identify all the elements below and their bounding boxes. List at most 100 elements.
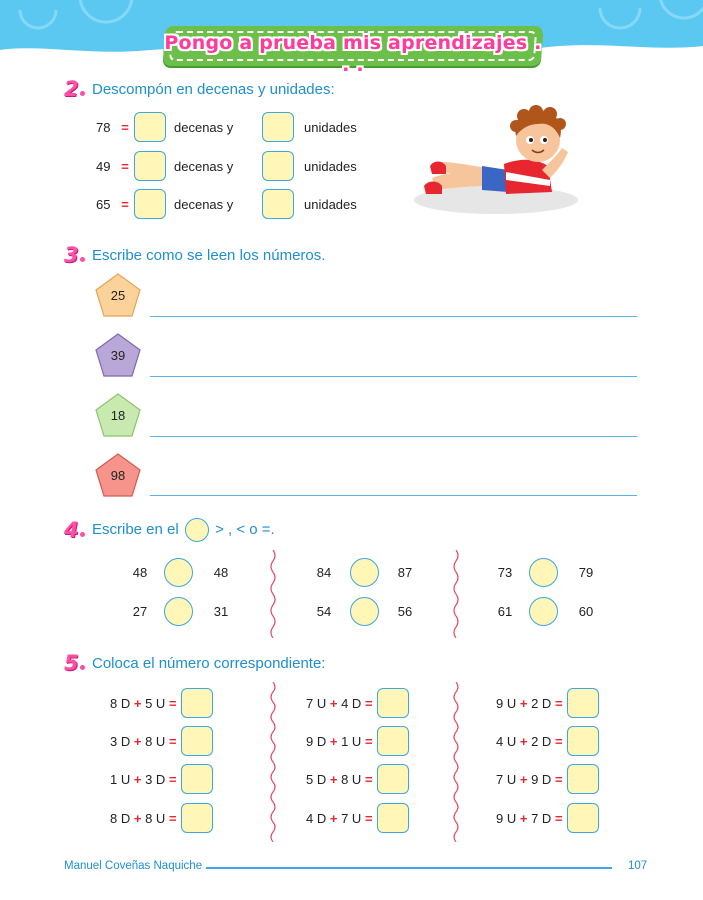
term-a: 8 D xyxy=(110,695,131,711)
sum-answer-box[interactable] xyxy=(376,688,409,718)
compare-right-number: 79 xyxy=(578,565,594,580)
sum-answer-box[interactable] xyxy=(376,764,409,794)
sum-row: 5 D + 8 U = xyxy=(306,764,409,794)
compare-answer-circle[interactable] xyxy=(164,597,193,626)
instruction-text: > , < o =. xyxy=(215,520,275,538)
number-label: 25 xyxy=(110,288,126,303)
sum-answer-box[interactable] xyxy=(566,803,599,833)
compare-right-number: 87 xyxy=(397,565,413,580)
compare-answer-circle[interactable] xyxy=(350,558,379,587)
equals-sign: = xyxy=(121,119,129,135)
units-answer-box[interactable] xyxy=(262,189,294,219)
compare-answer-circle[interactable] xyxy=(164,558,193,587)
term-b: 5 U xyxy=(145,695,166,711)
compare-left-number: 61 xyxy=(497,604,513,619)
plus-sign: + xyxy=(519,771,528,787)
plus-sign: + xyxy=(329,733,338,749)
plus-sign: + xyxy=(133,695,142,711)
instruction-text: Escribe en el xyxy=(92,520,179,538)
decompose-number: 49 xyxy=(96,158,111,174)
compare-left-number: 27 xyxy=(132,604,148,619)
sum-row: 9 U + 7 D = xyxy=(496,803,599,833)
term-b: 2 D xyxy=(531,695,552,711)
number-label: 39 xyxy=(110,348,126,363)
number-label: 98 xyxy=(110,468,126,483)
term-a: 8 D xyxy=(110,810,131,826)
sum-answer-box[interactable] xyxy=(566,688,599,718)
compare-right-number: 31 xyxy=(213,604,229,619)
compare-left-number: 48 xyxy=(132,565,148,580)
units-answer-box[interactable] xyxy=(262,151,294,181)
tens-answer-box[interactable] xyxy=(134,189,166,219)
units-label: unidades xyxy=(304,158,357,174)
section-5-instruction: Coloca el número correspondiente: xyxy=(92,654,326,672)
section-3-instruction: Escribe como se leen los números. xyxy=(92,246,326,264)
compare-answer-circle[interactable] xyxy=(529,558,558,587)
term-b: 2 D xyxy=(531,733,552,749)
units-label: unidades xyxy=(304,119,357,135)
footer-divider xyxy=(206,867,612,869)
plus-sign: + xyxy=(133,810,142,826)
plus-sign: + xyxy=(329,771,338,787)
sum-answer-box[interactable] xyxy=(180,764,213,794)
term-a: 9 D xyxy=(306,733,327,749)
section-3-header: 3 Escribe como se leen los números. xyxy=(64,244,325,266)
answer-line[interactable] xyxy=(150,436,637,437)
section-5-header: 5 Coloca el número correspondiente: xyxy=(64,652,325,674)
sum-answer-box[interactable] xyxy=(566,726,599,756)
answer-line[interactable] xyxy=(150,495,637,496)
sum-row: 1 U + 3 D = xyxy=(110,764,213,794)
compare-answer-circle[interactable] xyxy=(350,597,379,626)
compare-left-number: 54 xyxy=(316,604,332,619)
equals-sign: = xyxy=(364,733,373,749)
section-2-number: 2 xyxy=(64,79,90,100)
term-b: 8 U xyxy=(145,810,166,826)
term-a: 1 U xyxy=(110,771,131,787)
term-a: 3 D xyxy=(110,733,131,749)
equals-sign: = xyxy=(168,810,177,826)
tens-answer-box[interactable] xyxy=(134,151,166,181)
decompose-row: 78 = decenas y unidades xyxy=(96,112,357,142)
equals-sign: = xyxy=(364,810,373,826)
page-number: 107 xyxy=(628,860,648,872)
equals-sign: = xyxy=(364,695,373,711)
sum-answer-box[interactable] xyxy=(180,803,213,833)
sum-row: 4 D + 7 U = xyxy=(306,803,409,833)
plus-sign: + xyxy=(519,695,528,711)
sum-answer-box[interactable] xyxy=(376,803,409,833)
decompose-number: 78 xyxy=(96,119,111,135)
decompose-row: 49 = decenas y unidades xyxy=(96,151,357,181)
answer-line[interactable] xyxy=(150,376,637,377)
plus-sign: + xyxy=(133,771,142,787)
term-b: 9 D xyxy=(531,771,552,787)
sum-answer-box[interactable] xyxy=(180,726,213,756)
tens-answer-box[interactable] xyxy=(134,112,166,142)
plus-sign: + xyxy=(519,810,528,826)
sum-answer-box[interactable] xyxy=(376,726,409,756)
plus-sign: + xyxy=(329,810,338,826)
tens-label: decenas y xyxy=(174,119,234,135)
wavy-divider xyxy=(270,550,276,638)
equals-sign: = xyxy=(554,695,563,711)
term-b: 4 D xyxy=(341,695,362,711)
answer-line[interactable] xyxy=(150,316,637,317)
sum-answer-box[interactable] xyxy=(180,688,213,718)
equals-sign: = xyxy=(168,695,177,711)
term-a: 5 D xyxy=(306,771,327,787)
compare-right-number: 56 xyxy=(397,604,413,619)
units-answer-box[interactable] xyxy=(262,112,294,142)
term-b: 8 U xyxy=(341,771,362,787)
equals-sign: = xyxy=(121,196,129,212)
tens-label: decenas y xyxy=(174,158,234,174)
compare-answer-circle[interactable] xyxy=(529,597,558,626)
term-b: 7 U xyxy=(341,810,362,826)
compare-left-number: 73 xyxy=(497,565,513,580)
boy-lying-illustration xyxy=(414,105,578,214)
wavy-divider xyxy=(453,682,459,842)
equals-sign: = xyxy=(168,733,177,749)
section-4-header: 4 Escribe en el > , < o =. xyxy=(64,518,275,542)
sum-answer-box[interactable] xyxy=(566,764,599,794)
sum-row: 7 U + 9 D = xyxy=(496,764,599,794)
plus-sign: + xyxy=(329,695,338,711)
term-a: 9 U xyxy=(496,810,517,826)
